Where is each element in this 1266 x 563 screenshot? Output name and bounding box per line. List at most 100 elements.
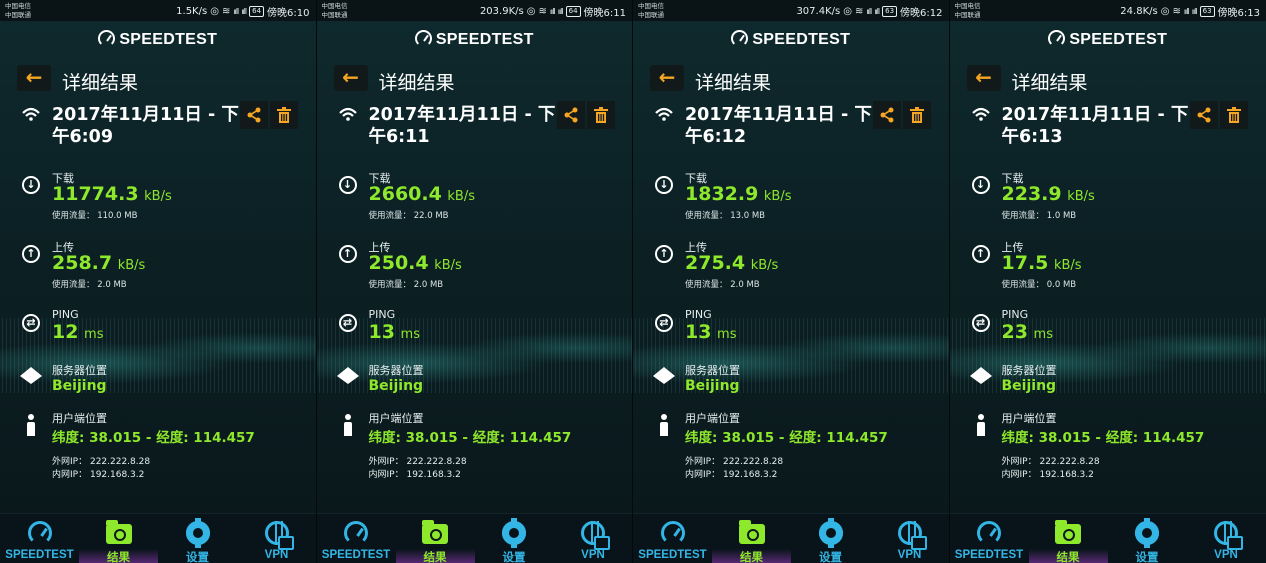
nav-results-label: 结果 <box>423 552 447 563</box>
delete-button[interactable] <box>903 101 931 129</box>
share-button[interactable] <box>873 101 901 129</box>
speedometer-icon <box>27 521 52 545</box>
nav-settings[interactable]: 设置 <box>475 514 554 563</box>
location-icon: ◎ <box>1160 6 1170 17</box>
signal-icon: ııll <box>549 7 556 16</box>
nav-settings[interactable]: 设置 <box>158 514 237 563</box>
download-usage-value: 22.0 MB <box>413 211 449 221</box>
usage-prefix: 使用流量： <box>685 211 728 221</box>
speedometer-icon <box>1048 30 1066 47</box>
gear-icon <box>1135 518 1159 548</box>
upload-usage-value: 2.0 MB <box>97 280 127 290</box>
upload-usage-value: 2.0 MB <box>730 280 760 290</box>
ping-unit: ms <box>84 327 104 342</box>
nav-speedtest-label: SPEEDTEST <box>5 549 74 561</box>
signal-icon: ııll <box>1183 7 1190 16</box>
download-usage: 使用流量： 110.0 MB <box>52 209 137 221</box>
phone-screen: 中国电信 中国联通 24.8K/s ◎ ≋ ııll ııll 63 傍晚6:1… <box>949 0 1266 563</box>
wifi-icon <box>971 107 990 121</box>
nav-speedtest[interactable]: SPEEDTEST <box>633 514 712 563</box>
app-logo: SPEEDTEST <box>317 30 633 49</box>
upload-value: 275.4 kB/s <box>685 252 778 274</box>
back-button[interactable]: ← <box>333 65 368 91</box>
usage-prefix: 使用流量： <box>685 280 728 290</box>
back-button[interactable]: ← <box>17 65 51 91</box>
internal-ip-prefix: 内网IP： <box>1001 470 1037 480</box>
vpn-globe-icon <box>897 521 927 550</box>
upload-number: 250.4 <box>368 252 429 274</box>
download-icon: ↓ <box>338 176 357 194</box>
ping-number: 12 <box>52 321 79 343</box>
page-title: 详细结果 <box>695 72 772 94</box>
carrier-names: 中国电信 中国联通 <box>5 2 31 20</box>
nav-results[interactable]: 结果 <box>1028 514 1108 563</box>
speedometer-icon <box>414 30 432 47</box>
brand-name: SPEEDTEST <box>752 31 851 48</box>
delete-button[interactable] <box>270 101 298 129</box>
carrier-1: 中国电信 <box>321 2 348 10</box>
share-button[interactable] <box>1189 101 1218 129</box>
nav-vpn[interactable]: VPN <box>554 514 633 563</box>
server-location-icon <box>336 367 359 384</box>
share-button[interactable] <box>556 101 585 129</box>
external-ip-value: 222.222.8.28 <box>406 457 467 467</box>
server-location-label: 服务器位置 <box>52 364 107 377</box>
back-button[interactable]: ← <box>650 65 684 91</box>
result-date: 2017年11月11日 - 下午6:12 <box>685 105 872 147</box>
user-location-label: 用户端位置 <box>52 412 107 425</box>
delete-button[interactable] <box>586 101 615 129</box>
server-location-value: Beijing <box>685 378 740 394</box>
nav-vpn-label: VPN <box>1214 549 1238 561</box>
gear-icon <box>818 518 843 548</box>
internal-ip-prefix: 内网IP： <box>685 470 721 480</box>
status-right: 24.8K/s ◎ ≋ ııll ııll 63 傍晚6:13 <box>1120 4 1260 19</box>
nav-settings-label: 设置 <box>502 552 526 563</box>
nav-settings[interactable]: 设置 <box>1108 514 1187 563</box>
person-head <box>28 414 34 420</box>
nav-results[interactable]: 结果 <box>395 514 475 563</box>
bottom-nav: SPEEDTEST 结果 设置 VPN <box>316 513 633 563</box>
wave-background <box>949 318 1266 393</box>
nav-speedtest[interactable]: SPEEDTEST <box>317 514 396 563</box>
carrier-2: 中国联通 <box>321 11 348 19</box>
upload-usage: 使用流量： 2.0 MB <box>369 278 444 290</box>
upload-icon: ↑ <box>655 245 673 263</box>
wifi-status-icon: ≋ <box>538 6 547 17</box>
server-location-label: 服务器位置 <box>1001 364 1057 377</box>
download-usage-value: 13.0 MB <box>730 211 766 221</box>
upload-usage-value: 0.0 MB <box>1046 280 1077 290</box>
nav-results[interactable]: 结果 <box>79 514 158 563</box>
nav-vpn[interactable]: VPN <box>870 514 949 563</box>
download-unit: kB/s <box>1067 189 1095 204</box>
download-unit: kB/s <box>763 189 792 204</box>
clock: 傍晚6:10 <box>267 8 310 19</box>
carrier-names: 中国电信 中国联通 <box>955 2 981 20</box>
ping-value: 13 ms <box>369 321 420 343</box>
upload-usage-value: 2.0 MB <box>413 280 444 290</box>
nav-speedtest[interactable]: SPEEDTEST <box>0 514 79 563</box>
back-button[interactable]: ← <box>966 65 1001 91</box>
download-usage-value: 110.0 MB <box>97 211 138 221</box>
usage-prefix: 使用流量： <box>368 211 412 221</box>
share-icon <box>564 107 577 123</box>
internal-ip-value: 192.168.3.2 <box>1039 470 1094 480</box>
share-button[interactable] <box>240 101 268 129</box>
download-value: 223.9 kB/s <box>1002 183 1095 205</box>
nav-vpn[interactable]: VPN <box>1187 514 1266 563</box>
download-number: 11774.3 <box>52 183 139 205</box>
ping-label: PING <box>1001 308 1029 321</box>
download-usage: 使用流量： 1.0 MB <box>1002 209 1077 221</box>
nav-vpn-label: VPN <box>897 549 922 561</box>
delete-button[interactable] <box>1219 101 1248 129</box>
user-location-icon <box>26 414 36 436</box>
upload-number: 275.4 <box>685 252 746 274</box>
server-location-label: 服务器位置 <box>685 364 740 377</box>
signal-icon-2: ııll <box>1191 7 1198 16</box>
nav-settings[interactable]: 设置 <box>791 514 870 563</box>
nav-vpn[interactable]: VPN <box>237 514 316 563</box>
nav-speedtest[interactable]: SPEEDTEST <box>950 514 1029 563</box>
upload-unit: kB/s <box>434 258 462 273</box>
nav-speedtest-label: SPEEDTEST <box>321 549 391 561</box>
nav-results[interactable]: 结果 <box>712 514 791 563</box>
ping-number: 13 <box>368 321 395 343</box>
